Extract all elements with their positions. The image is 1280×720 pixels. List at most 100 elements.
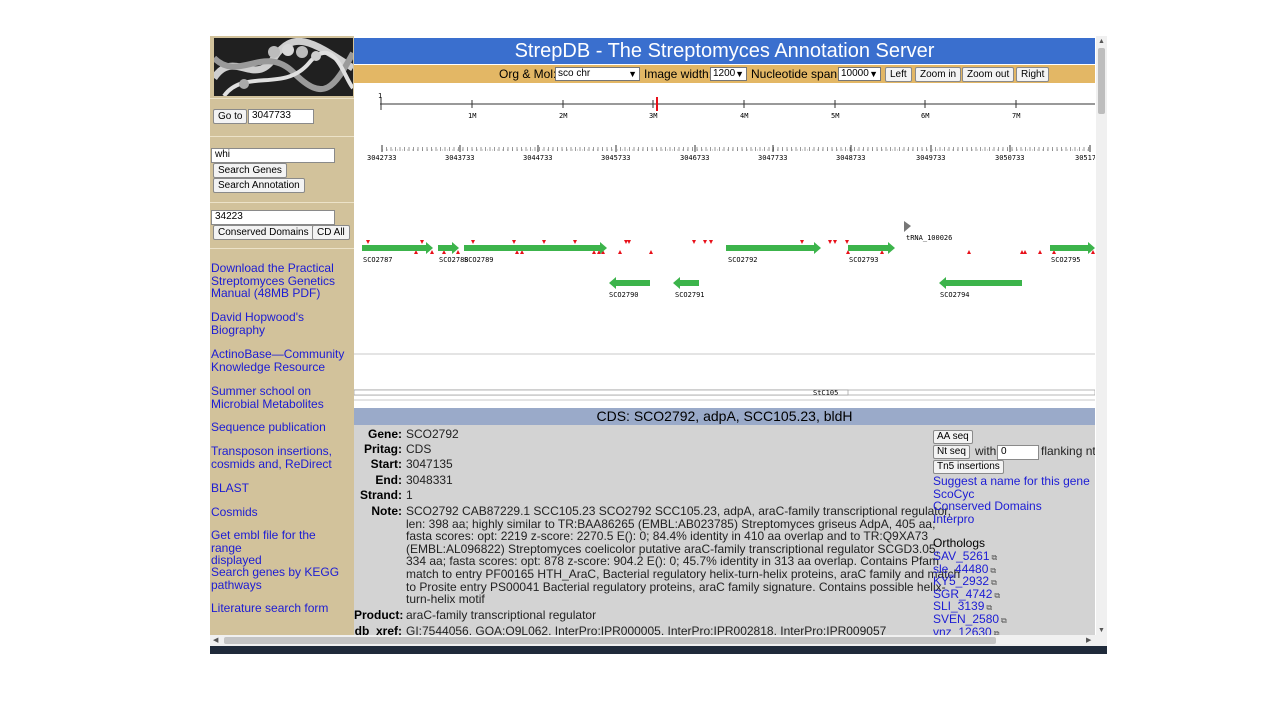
feature-marker xyxy=(828,240,832,244)
scroll-thumb[interactable] xyxy=(224,637,996,644)
sidebar-link[interactable]: Transposon insertions, cosmids and, ReDir… xyxy=(211,445,349,470)
sidebar-link[interactable]: BLAST xyxy=(211,482,349,495)
gene-label[interactable]: SCO2792 xyxy=(728,256,758,264)
gene-arrow-sco2795[interactable] xyxy=(1050,242,1095,254)
aa-seq-button[interactable]: AA seq xyxy=(933,430,973,444)
gene-label[interactable]: SCO2793 xyxy=(849,256,879,264)
sidebar-link[interactable]: Summer school on Microbial Metabolites xyxy=(211,385,349,410)
goto-input[interactable]: 3047733 xyxy=(248,109,314,124)
feature-marker xyxy=(845,240,849,244)
image-width-value: 1200 xyxy=(713,68,736,79)
cosmid-segment[interactable] xyxy=(354,389,849,396)
with-label: with xyxy=(975,444,997,458)
conserved-domains-button[interactable]: Conserved Domains xyxy=(213,225,314,240)
sidebar-link[interactable]: Literature search form xyxy=(211,602,349,615)
sidebar-link-line: Download the Practical xyxy=(211,261,334,275)
divider xyxy=(210,136,354,137)
gene-arrow-sco2793[interactable] xyxy=(848,242,895,254)
right-button[interactable]: Right xyxy=(1016,67,1050,82)
external-link-icon: ⧉ xyxy=(990,565,997,575)
gene-link[interactable]: ScoCyc xyxy=(933,488,974,501)
coordinate-ruler: 3042733 3043733 3044733 3045733 3046733 30477… xyxy=(367,145,1095,162)
gene-link[interactable]: Interpro xyxy=(933,513,974,526)
note-line: to Prosite entry PS00041 Bacterial regul… xyxy=(406,579,946,594)
gene-arrow-sco2791[interactable] xyxy=(673,277,699,289)
main-panel: StrepDB - The Streptomyces Annotation Se… xyxy=(354,36,1095,646)
gene-label[interactable]: SCO2790 xyxy=(609,291,639,299)
tn5-insertions-button[interactable]: Tn5 insertions xyxy=(933,460,1004,474)
search-genes-button[interactable]: Search Genes xyxy=(213,163,287,178)
genome-browser[interactable]: 11M 2M 3M 4M 5M 6M 7M 3042733 3043733 3044733 304… xyxy=(354,84,1095,407)
gene-arrow-sco2790[interactable] xyxy=(609,277,650,289)
feature-marker xyxy=(692,240,696,244)
horizontal-scrollbar[interactable]: ◀ ▶ xyxy=(210,635,1096,646)
gene-label: Gene: xyxy=(367,427,402,441)
gene-label[interactable]: SCO2791 xyxy=(675,291,705,299)
sidebar-link-line: ActinoBase—Community xyxy=(211,347,345,361)
sidebar-link[interactable]: David Hopwood's Biography xyxy=(211,311,349,336)
nt-seq-button[interactable]: Nt seq xyxy=(933,445,970,459)
goto-button[interactable]: Go to xyxy=(213,109,248,124)
overview-tick-label: 5M xyxy=(831,112,839,120)
gene-track[interactable]: SCO2787 SCO2788SCO2789SCO2790 SCO2791SCO27… xyxy=(362,242,1095,299)
gene-link[interactable]: Suggest a name for this gene xyxy=(933,475,1090,488)
sidebar-link[interactable]: Cosmids xyxy=(211,506,349,519)
gene-label[interactable]: SCO2794 xyxy=(940,291,970,299)
sidebar-link-line: Knowledge Resource xyxy=(211,359,326,374)
trna-label[interactable]: tRNA_100026 xyxy=(906,234,952,242)
org-label: Org & Mol: xyxy=(499,67,557,81)
strand-label: Strand: xyxy=(360,488,402,502)
zoom-in-button[interactable]: Zoom in xyxy=(915,67,962,82)
sidebar-link-line: Transposon insertions, xyxy=(211,444,332,458)
sidebar-link[interactable]: Search genes by KEGG pathways xyxy=(211,566,349,591)
cd-all-button[interactable]: CD All xyxy=(312,225,350,240)
gene-link[interactable]: Conserved Domains xyxy=(933,500,1042,513)
chevron-down-icon: ▼ xyxy=(869,69,878,79)
gene-arrow-sco2789[interactable] xyxy=(464,242,607,254)
feature-marker xyxy=(542,240,546,244)
gene-arrow-sco2788[interactable] xyxy=(438,242,459,254)
search-annotation-button[interactable]: Search Annotation xyxy=(213,178,305,193)
trna-arrow[interactable] xyxy=(904,221,911,232)
vertical-scrollbar[interactable]: ▲ ▼ xyxy=(1096,36,1107,646)
cd-input[interactable]: 34223 xyxy=(211,210,335,225)
scroll-left-icon[interactable]: ◀ xyxy=(213,637,218,645)
org-select[interactable]: sco chr ▼ xyxy=(555,67,640,81)
trna-feature[interactable]: tRNA_100026 xyxy=(904,221,952,242)
sidebar-link[interactable]: ActinoBase—Community Knowledge Resource xyxy=(211,348,349,373)
search-input[interactable]: whi xyxy=(211,148,335,163)
scroll-up-icon[interactable]: ▲ xyxy=(1098,38,1105,46)
feature-marker xyxy=(1038,250,1042,254)
zoom-out-button[interactable]: Zoom out xyxy=(962,67,1015,82)
current-position-marker[interactable] xyxy=(656,97,658,111)
sidebar-link[interactable]: Get embl file for the range displayed xyxy=(211,529,349,567)
feature-marker xyxy=(627,240,631,244)
gene-label[interactable]: SCO2787 xyxy=(363,256,393,264)
sidebar-link[interactable]: Download the Practical Streptomyces Genet… xyxy=(211,262,349,300)
scroll-thumb[interactable] xyxy=(1098,48,1105,114)
image-width-select[interactable]: 1200 ▼ xyxy=(710,67,747,81)
gene-label[interactable]: SCO2789 xyxy=(464,256,494,264)
left-button[interactable]: Left xyxy=(885,67,912,82)
sidebar-link[interactable]: Sequence publication xyxy=(211,421,349,434)
gene-arrow-sco2787[interactable] xyxy=(362,242,433,254)
overview-tick-label: 6M xyxy=(921,112,929,120)
cds-header: CDS: SCO2792, adpA, SCC105.23, bldH xyxy=(354,408,1095,425)
sidebar-link-line: Get embl file for the range xyxy=(211,528,316,555)
cosmid-label[interactable]: StC105 xyxy=(813,389,838,397)
coordinate-label: 3049733 xyxy=(916,154,946,162)
flanking-input[interactable]: 0 xyxy=(997,445,1039,460)
chromosome-overview[interactable]: 1 1M 2M 3M 4M 5M 6M 7M xyxy=(378,92,1095,120)
sidebar-link-line: Manual (48MB PDF) xyxy=(211,286,321,300)
gene-arrow-sco2794[interactable] xyxy=(939,277,1022,289)
nucleotide-span-select[interactable]: 10000 ▼ xyxy=(838,67,881,81)
coordinate-label: 3046733 xyxy=(680,154,710,162)
sidebar-link-line: Summer school on xyxy=(211,384,312,398)
scroll-right-icon[interactable]: ▶ xyxy=(1086,637,1091,645)
feature-marker xyxy=(618,250,622,254)
feature-marker xyxy=(709,240,713,244)
gene-label[interactable]: SCO2795 xyxy=(1051,256,1081,264)
gene-arrow-sco2792[interactable] xyxy=(726,242,821,254)
cosmid-track[interactable]: StC105 xyxy=(354,353,1095,401)
scroll-down-icon[interactable]: ▼ xyxy=(1098,627,1105,635)
